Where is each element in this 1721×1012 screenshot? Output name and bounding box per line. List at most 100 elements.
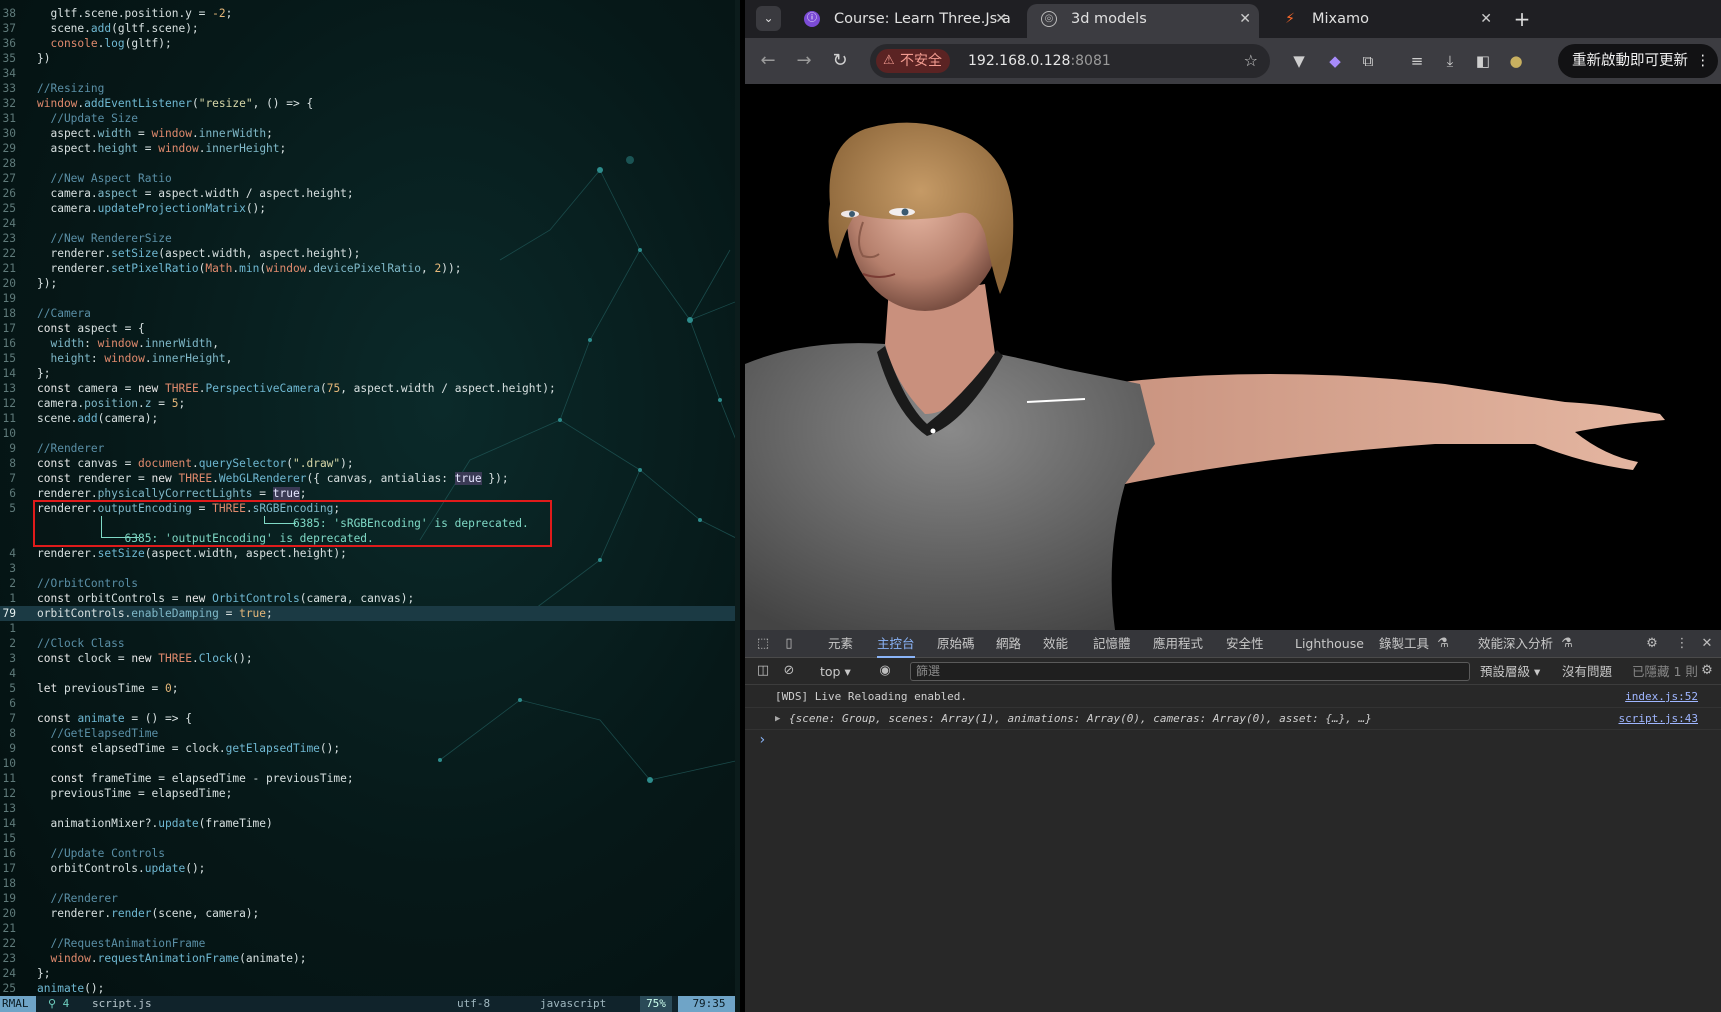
code-line[interactable]: 27 //New Aspect Ratio xyxy=(0,171,735,186)
code-line[interactable]: 17 orbitControls.update(); xyxy=(0,861,735,876)
vue-devtools-icon[interactable]: ▼ xyxy=(1288,50,1310,72)
code-line[interactable]: 10 xyxy=(0,756,735,771)
back-icon[interactable]: ← xyxy=(756,49,780,73)
code-line[interactable]: 21 xyxy=(0,921,735,936)
code-line[interactable]: 11 const frameTime = elapsedTime - previ… xyxy=(0,771,735,786)
code-line[interactable]: 38 gltf.scene.position.y = -2; xyxy=(0,6,735,21)
code-line[interactable]: 22 //RequestAnimationFrame xyxy=(0,936,735,951)
inspect-element-icon[interactable]: ⬚ xyxy=(753,634,773,654)
close-tab-icon[interactable]: ✕ xyxy=(1239,4,1251,34)
code-line[interactable]: 13 const camera = new THREE.PerspectiveCa… xyxy=(0,381,735,396)
new-tab-button[interactable]: + xyxy=(1509,6,1535,32)
code-line[interactable]: 2 //Clock Class xyxy=(0,636,735,651)
code-line[interactable]: 4 renderer.setSize(aspect.width, aspect.h… xyxy=(0,546,735,561)
close-tab-icon[interactable]: ✕ xyxy=(1480,4,1492,34)
tab-search-button[interactable]: ⌄ xyxy=(756,6,781,31)
tab-3d-models[interactable]: ◎ 3d models ✕ xyxy=(1027,4,1259,38)
devtools-tab-performance-insights[interactable]: 效能深入分析 xyxy=(1478,630,1553,658)
devtools-tab-performance[interactable]: 效能 xyxy=(1043,630,1068,658)
devtools-tab-sources[interactable]: 原始碼 xyxy=(937,630,975,658)
code-line[interactable]: 7 const animate = () => { xyxy=(0,711,735,726)
devtools-tab-recorder[interactable]: 錄製工具 xyxy=(1379,630,1429,658)
code-line[interactable]: 12 camera.position.z = 5; xyxy=(0,396,735,411)
devtools-tab-network[interactable]: 網路 xyxy=(996,630,1021,658)
code-line[interactable]: 7 const renderer = new THREE.WebGLRendere… xyxy=(0,471,735,486)
code-line[interactable]: 8 //GetElapsedTime xyxy=(0,726,735,741)
code-line[interactable]: 12 previousTime = elapsedTime; xyxy=(0,786,735,801)
close-tab-icon[interactable]: ✕ xyxy=(995,4,1007,34)
log-levels-dropdown[interactable]: 預設層級 ▾ xyxy=(1480,658,1540,685)
code-line[interactable]: 35}) xyxy=(0,51,735,66)
extensions-puzzle-icon[interactable]: ⧉ xyxy=(1357,50,1379,72)
code-line[interactable]: 14}; xyxy=(0,366,735,381)
code-line[interactable]: 24 xyxy=(0,216,735,231)
console-source-link[interactable]: index.js:52 xyxy=(1625,686,1698,708)
code-line[interactable]: 24}; xyxy=(0,966,735,981)
code-line[interactable]: 25 camera.updateProjectionMatrix(); xyxy=(0,201,735,216)
context-selector[interactable]: top ▾ xyxy=(820,658,851,685)
code-line[interactable]: 19 xyxy=(0,291,735,306)
code-line[interactable]: 32 window.addEventListener("resize", () =… xyxy=(0,96,735,111)
live-expression-eye-icon[interactable]: ◉ xyxy=(875,661,895,681)
code-line[interactable]: 23 //New RendererSize xyxy=(0,231,735,246)
code-line[interactable]: 5 let previousTime = 0; xyxy=(0,681,735,696)
devtools-tab-application[interactable]: 應用程式 xyxy=(1153,630,1203,658)
code-line[interactable]: 31 //Update Size xyxy=(0,111,735,126)
code-line[interactable]: 18 //Camera xyxy=(0,306,735,321)
console-settings-icon[interactable]: ⚙ xyxy=(1697,661,1717,681)
code-line[interactable]: 1 const orbitControls = new OrbitControls… xyxy=(0,591,735,606)
code-line[interactable]: 9 //Renderer xyxy=(0,441,735,456)
console-filter-input[interactable]: 篩選 xyxy=(910,662,1470,681)
code-line[interactable]: 30 aspect.width = window.innerWidth; xyxy=(0,126,735,141)
forward-icon[interactable]: → xyxy=(792,49,816,73)
code-line[interactable]: 15 height: window.innerHeight, xyxy=(0,351,735,366)
download-icon[interactable]: ⤓ xyxy=(1439,50,1461,72)
tab-mixamo[interactable]: ⚡ Mixamo ✕ xyxy=(1268,4,1500,38)
code-line[interactable]: 3 xyxy=(0,561,735,576)
code-line[interactable]: 36 console.log(gltf); xyxy=(0,36,735,51)
code-area[interactable]: 38 gltf.scene.position.y = -2; 37 scene.a… xyxy=(0,6,735,996)
code-line[interactable]: 10 xyxy=(0,426,735,441)
code-line[interactable]: 21 renderer.setPixelRatio(Math.min(windo… xyxy=(0,261,735,276)
code-line[interactable]: 28 xyxy=(0,156,735,171)
devtools-tab-security[interactable]: 安全性 xyxy=(1226,630,1264,658)
media-queue-icon[interactable]: ≡ xyxy=(1406,50,1428,72)
code-line[interactable]: 3 const clock = new THREE.Clock(); xyxy=(0,651,735,666)
code-line[interactable]: 34 xyxy=(0,66,735,81)
code-line[interactable]: 8 const canvas = document.querySelector("… xyxy=(0,456,735,471)
code-line[interactable]: 19 //Renderer xyxy=(0,891,735,906)
code-line[interactable]: 18 xyxy=(0,876,735,891)
code-line[interactable]: 4 xyxy=(0,666,735,681)
address-bar[interactable]: ⚠ 不安全 192.168.0.128:8081 ☆ xyxy=(870,44,1270,78)
expand-arrow-icon[interactable]: ▶ xyxy=(775,708,780,730)
more-options-icon[interactable]: ⋮ xyxy=(1672,634,1692,654)
code-line[interactable]: 2 //OrbitControls xyxy=(0,576,735,591)
console-message[interactable]: ▶ {scene: Group, scenes: Array(1), anima… xyxy=(745,708,1721,730)
code-line[interactable]: 11 scene.add(camera); xyxy=(0,411,735,426)
bookmark-star-icon[interactable]: ☆ xyxy=(1244,44,1258,78)
code-line[interactable]: 5 renderer.outputEncoding = THREE.sRGBEnc… xyxy=(0,501,735,516)
profile-avatar[interactable]: ● xyxy=(1505,50,1527,72)
code-line[interactable]: 23 window.requestAnimationFrame(animate)… xyxy=(0,951,735,966)
code-line[interactable]: 29 aspect.height = window.innerHeight; xyxy=(0,141,735,156)
sidebar-toggle-icon[interactable]: ◫ xyxy=(753,661,773,681)
code-line[interactable]: 33 //Resizing xyxy=(0,81,735,96)
code-line[interactable]: 14 animationMixer?.update(frameTime) xyxy=(0,816,735,831)
console-object-preview[interactable]: {scene: Group, scenes: Array(1), animati… xyxy=(789,708,1372,730)
reload-icon[interactable]: ↻ xyxy=(828,49,852,73)
restart-to-update-button[interactable]: 重新啟動即可更新 ⋮ xyxy=(1558,44,1718,78)
extension-shield-icon[interactable]: ◆ xyxy=(1324,50,1346,72)
devtools-tab-elements[interactable]: 元素 xyxy=(828,630,853,658)
console-prompt-icon[interactable]: › xyxy=(758,732,766,748)
code-line-current[interactable]: 79 orbitControls.enableDamping = true; xyxy=(0,606,735,621)
code-line[interactable]: 25 animate(); xyxy=(0,981,735,996)
code-line[interactable]: 6 xyxy=(0,696,735,711)
code-line[interactable]: 15 xyxy=(0,831,735,846)
threejs-canvas[interactable] xyxy=(745,84,1721,630)
tab-course[interactable]: ⓘ Course: Learn Three.Js a ✕ xyxy=(790,4,1015,38)
devtools-tab-lighthouse[interactable]: Lighthouse xyxy=(1295,630,1364,658)
devtools-tab-console[interactable]: 主控台 xyxy=(877,630,915,658)
issues-counter[interactable]: 沒有問題 xyxy=(1562,658,1612,685)
code-line[interactable]: 37 scene.add(gltf.scene); xyxy=(0,21,735,36)
close-devtools-icon[interactable]: ✕ xyxy=(1697,634,1717,654)
